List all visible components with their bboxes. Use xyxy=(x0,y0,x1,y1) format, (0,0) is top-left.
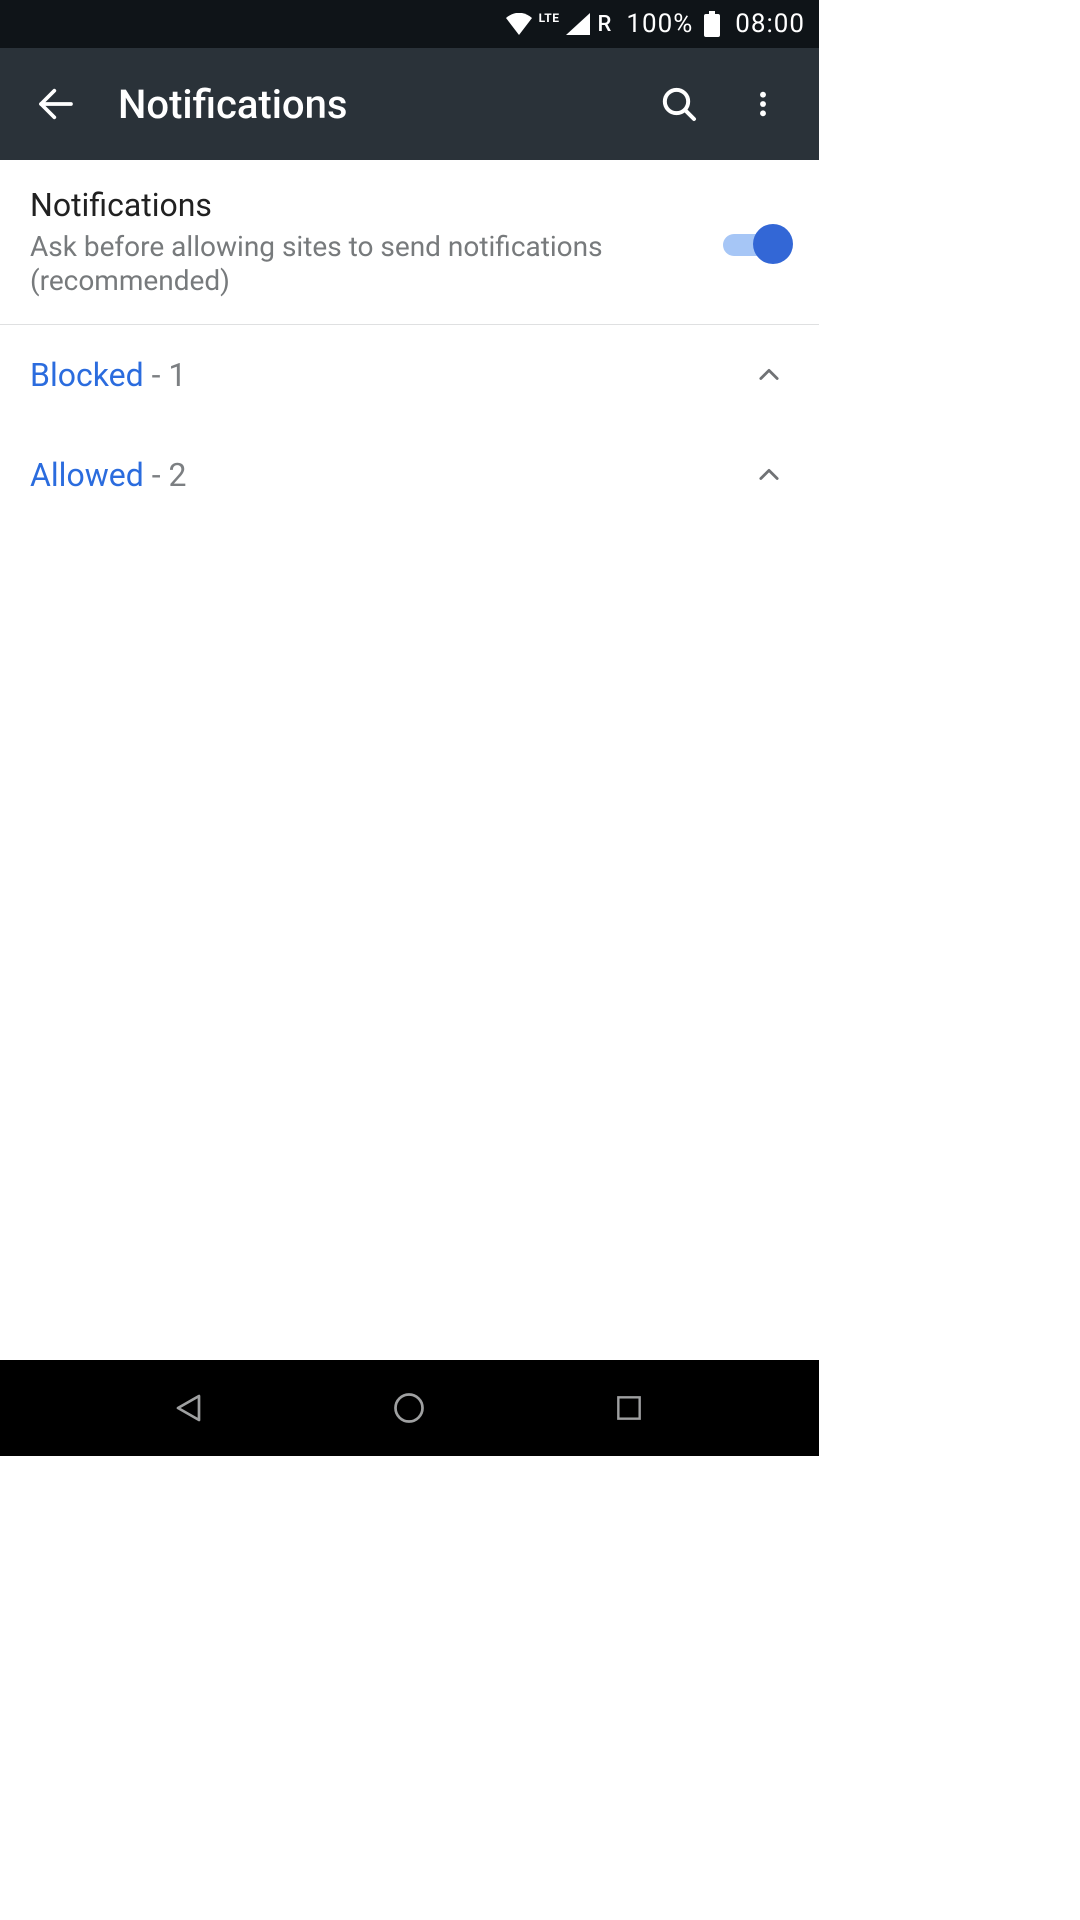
chevron-up-icon xyxy=(749,455,789,495)
battery-percent: 100% xyxy=(626,9,693,39)
blocked-section-header[interactable]: Blocked - 1 xyxy=(0,325,819,425)
allowed-sep: - xyxy=(144,456,169,494)
allowed-label: Allowed xyxy=(30,456,144,494)
nav-home-icon xyxy=(391,1390,427,1426)
more-vert-icon xyxy=(747,84,779,124)
back-button[interactable] xyxy=(14,48,98,160)
battery-icon xyxy=(703,11,721,37)
search-icon xyxy=(659,84,699,124)
overflow-menu-button[interactable] xyxy=(721,48,805,160)
nav-back-icon xyxy=(172,1390,208,1426)
blocked-label: Blocked xyxy=(30,356,144,394)
clock: 08:00 xyxy=(735,9,805,39)
statusbar: LTE R 100% 08:00 xyxy=(0,0,819,48)
switch-thumb xyxy=(753,224,793,264)
chevron-up-icon xyxy=(749,355,789,395)
content: Notifications Ask before allowing sites … xyxy=(0,160,819,525)
toggle-text: Notifications Ask before allowing sites … xyxy=(30,186,719,298)
section-label-wrap: Blocked - 1 xyxy=(30,356,749,394)
recents-nav-button[interactable] xyxy=(589,1368,669,1448)
navbar xyxy=(0,1360,819,1456)
notifications-switch[interactable] xyxy=(719,222,789,262)
arrow-left-icon xyxy=(36,84,76,124)
section-label-wrap: Allowed - 2 xyxy=(30,456,749,494)
allowed-section-header[interactable]: Allowed - 2 xyxy=(0,425,819,525)
status-icons: LTE R 100% 08:00 xyxy=(505,9,805,39)
nav-recents-icon xyxy=(613,1392,645,1424)
blocked-sep: - xyxy=(144,356,169,394)
back-nav-button[interactable] xyxy=(150,1368,230,1448)
allowed-count: 2 xyxy=(168,456,186,494)
home-nav-button[interactable] xyxy=(369,1368,449,1448)
blocked-count: 1 xyxy=(168,356,186,394)
cellular-signal-icon xyxy=(566,13,590,35)
wifi-icon xyxy=(505,13,533,35)
notifications-toggle-row[interactable]: Notifications Ask before allowing sites … xyxy=(0,160,819,325)
network-type-label: LTE xyxy=(539,11,560,25)
roaming-indicator: R xyxy=(598,12,613,37)
search-button[interactable] xyxy=(637,48,721,160)
toggle-subtitle: Ask before allowing sites to send notifi… xyxy=(30,230,640,298)
appbar: Notifications xyxy=(0,48,819,160)
toggle-title: Notifications xyxy=(30,186,695,224)
page-title: Notifications xyxy=(98,81,637,128)
